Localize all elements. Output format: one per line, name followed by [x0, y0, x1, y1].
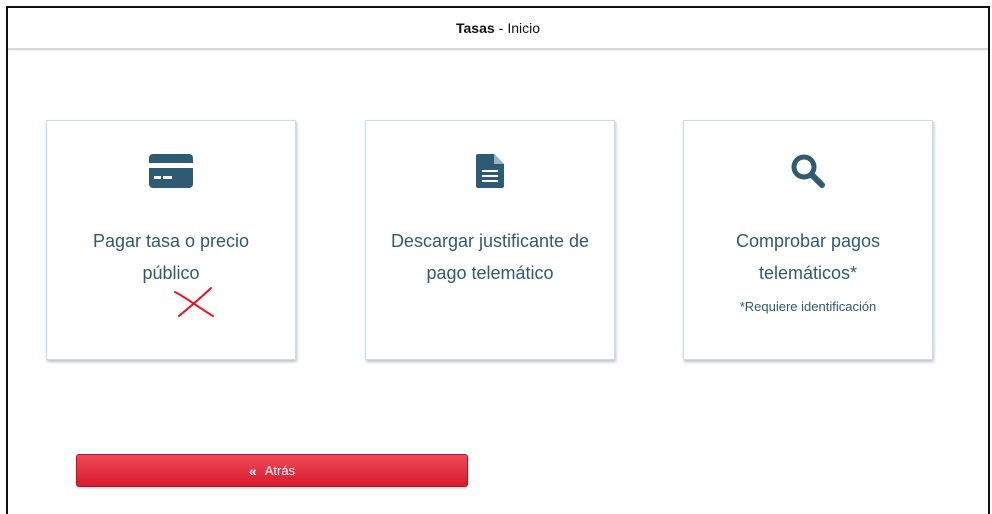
double-chevron-left-icon: « — [248, 462, 257, 479]
card-check-payments-title: Comprobar pagos telemáticos* — [735, 231, 881, 283]
card-check-payments[interactable]: Comprobar pagos telemáticos* *Requiere i… — [683, 120, 933, 360]
page-header: Tasas - Inicio — [8, 8, 988, 50]
document-icon — [366, 147, 614, 195]
back-button-label: Atrás — [264, 463, 296, 478]
header-title-rest: Inicio — [507, 20, 541, 36]
identification-note: *Requiere identificación — [739, 299, 877, 314]
back-button[interactable]: « Atrás — [76, 454, 468, 487]
card-download-receipt[interactable]: Descargar justificante de pago telemátic… — [365, 120, 615, 360]
header-separator: - — [498, 20, 504, 36]
search-icon — [684, 147, 932, 195]
card-pay-fee-title: Pagar tasa o precio público — [92, 231, 250, 283]
credit-card-icon — [47, 147, 295, 195]
card-pay-fee[interactable]: Pagar tasa o precio público — [46, 120, 296, 360]
card-download-receipt-title: Descargar justificante de pago telemátic… — [390, 231, 590, 283]
red-cross-mark — [173, 286, 217, 323]
header-title-strong: Tasas — [455, 20, 495, 36]
